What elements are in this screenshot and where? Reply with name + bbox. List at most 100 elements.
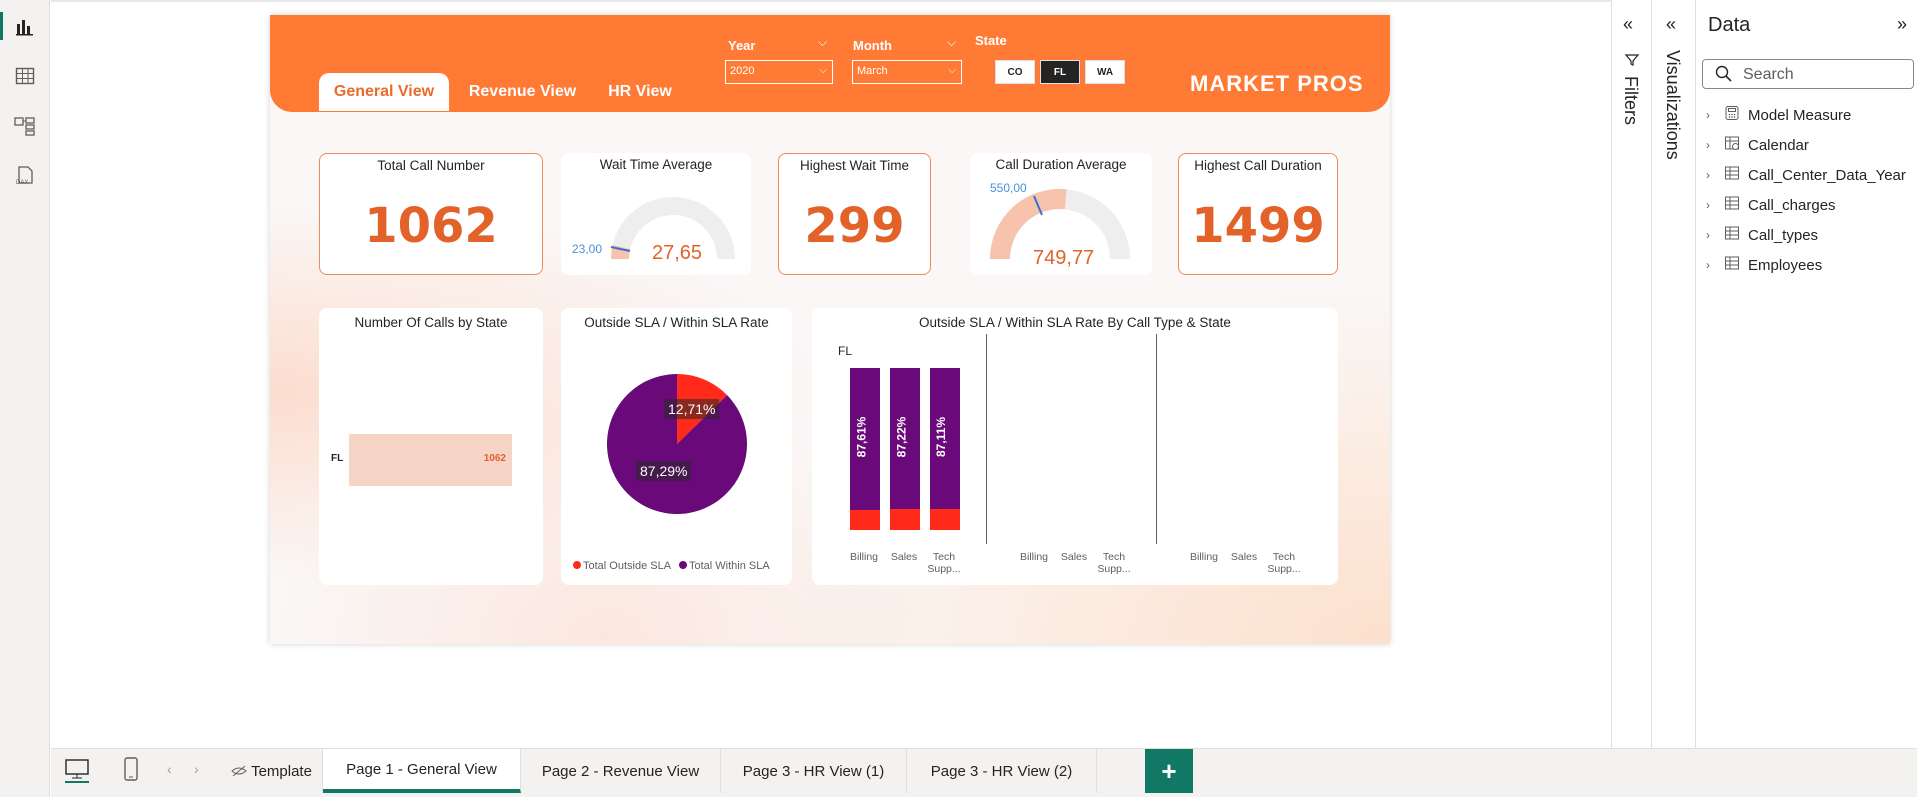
hidden-page-icon: [231, 765, 247, 777]
x-tick-label: Billing: [1019, 551, 1048, 563]
search-placeholder: Search: [1743, 66, 1794, 83]
chart-calls-by-state: Number Of Calls by State FL 1062: [319, 308, 543, 585]
chevron-right-icon: ›: [1706, 108, 1710, 122]
bar-fl[interactable]: 1062: [349, 434, 512, 486]
field-table-call-charges[interactable]: › Call_charges: [1706, 193, 1836, 217]
page-tab-general-view[interactable]: Page 1 - General View: [323, 749, 521, 793]
chevron-down-icon[interactable]: ⌵: [947, 35, 956, 50]
year-dropdown[interactable]: 2020 ⌵: [725, 60, 833, 84]
month-dropdown[interactable]: March ⌵: [852, 60, 962, 84]
field-label: Model Measure: [1748, 106, 1852, 124]
scroll-left-icon[interactable]: ‹: [167, 761, 172, 777]
kpi-title: Total Call Number: [377, 158, 485, 173]
page-tab-hr-view-2[interactable]: Page 3 - HR View (2): [907, 749, 1097, 793]
add-page-button[interactable]: +: [1145, 749, 1193, 793]
kpi-value: 1499: [1191, 198, 1325, 254]
kpi-value: 299: [804, 198, 905, 254]
field-label: Call_Center_Data_Year: [1748, 166, 1906, 184]
state-button-wa[interactable]: WA: [1085, 60, 1125, 84]
chevron-right-icon: ›: [1706, 168, 1710, 182]
brand-logo: MARKET PROS: [1190, 71, 1364, 96]
field-label: Calendar: [1748, 136, 1809, 154]
bar-chart-icon: [16, 20, 33, 36]
chevron-right-icon: ›: [1706, 228, 1710, 242]
data-label: 87,61%: [854, 416, 869, 458]
axis-category-label: FL: [331, 453, 344, 464]
data-pane-title: Data: [1708, 14, 1751, 36]
kpi-card-total-calls: Total Call Number 1062: [319, 153, 543, 275]
filters-pane[interactable]: « Filters: [1611, 0, 1651, 748]
bar-outside-sla[interactable]: [890, 509, 920, 530]
dax-query-view-button[interactable]: DAX: [0, 152, 50, 200]
model-icon: [14, 117, 35, 136]
panel-divider: [1156, 334, 1157, 544]
state-button-fl[interactable]: FL: [1040, 60, 1080, 84]
sla-pie: [607, 374, 747, 514]
table-icon: [1724, 225, 1748, 245]
chevron-down-icon: ⌵: [948, 65, 956, 76]
search-input[interactable]: Search: [1702, 59, 1914, 89]
chevron-down-icon: ⌵: [819, 65, 827, 76]
collapse-data-icon[interactable]: »: [1897, 14, 1907, 35]
state-slicer-title: State: [975, 33, 1007, 48]
chevron-down-icon[interactable]: ⌵: [818, 35, 827, 50]
kpi-value: 1062: [364, 198, 498, 254]
month-slicer-title: Month: [853, 38, 892, 53]
expand-visualizations-icon[interactable]: «: [1666, 14, 1676, 35]
data-label: 87,22%: [894, 416, 909, 458]
legend-label: Total Within SLA: [689, 560, 770, 572]
field-table-calendar[interactable]: › Calendar: [1706, 133, 1809, 157]
panel-label: FL: [838, 344, 853, 358]
field-table-model-measure[interactable]: › Model Measure: [1706, 103, 1851, 127]
year-dropdown-value: 2020: [730, 65, 755, 77]
page-tab-template[interactable]: Template: [221, 749, 323, 793]
tab-general-view[interactable]: General View: [319, 73, 449, 111]
legend-label: Total Outside SLA: [583, 560, 672, 572]
legend-item-outside[interactable]: Total Outside SLA: [573, 560, 671, 572]
field-label: Employees: [1748, 256, 1823, 274]
filters-label[interactable]: Filters: [1620, 76, 1641, 125]
x-tick-label: Sales: [1060, 551, 1088, 563]
field-table-call-types[interactable]: › Call_types: [1706, 223, 1818, 247]
chart-sla-pie: Outside SLA / Within SLA Rate 12,71% 87,…: [561, 308, 792, 585]
field-table-employees[interactable]: › Employees: [1706, 253, 1822, 277]
visualizations-label[interactable]: Visualizations: [1662, 50, 1683, 160]
legend-item-within[interactable]: Total Within SLA: [679, 560, 770, 572]
table-icon: [1724, 165, 1748, 185]
phone-icon: [124, 757, 138, 781]
page-tab-bar: ‹ › Template Page 1 - General View Page …: [51, 748, 1917, 797]
tab-revenue-view[interactable]: Revenue View: [455, 73, 590, 111]
report-canvas: General View Revenue View HR View Year ⌵…: [270, 15, 1390, 644]
legend-dot: [679, 561, 687, 569]
model-view-button[interactable]: [0, 102, 50, 150]
kpi-card-highest-wait: Highest Wait Time 299: [778, 153, 931, 275]
mobile-layout-button[interactable]: [121, 755, 141, 788]
report-view-button[interactable]: [0, 2, 50, 50]
year-slicer-title: Year: [728, 38, 756, 53]
kpi-card-highest-duration: Highest Call Duration 1499: [1178, 153, 1338, 275]
chevron-right-icon: ›: [1706, 258, 1710, 272]
legend-dot: [573, 561, 581, 569]
data-label: 1062: [483, 453, 506, 464]
chart-title: Number Of Calls by State: [354, 315, 508, 330]
pie-label-within: 87,29%: [636, 461, 692, 481]
page-tab-hr-view-1[interactable]: Page 3 - HR View (1): [721, 749, 907, 793]
desktop-layout-button[interactable]: [63, 755, 91, 788]
table-icon: [1724, 255, 1748, 275]
x-tick-label: Billing: [1189, 551, 1218, 563]
tab-hr-view[interactable]: HR View: [595, 73, 685, 111]
scroll-right-icon[interactable]: ›: [194, 761, 199, 777]
field-table-call-center[interactable]: › Call_Center_Data_Year: [1706, 163, 1906, 187]
state-button-co[interactable]: CO: [995, 60, 1035, 84]
page-tab-revenue-view[interactable]: Page 2 - Revenue View: [521, 749, 721, 793]
canvas-top-divider: [51, 0, 1611, 2]
bar-outside-sla[interactable]: [930, 509, 960, 530]
table-view-button[interactable]: [0, 52, 50, 100]
search-icon: [1715, 65, 1732, 82]
gauge-value: 27,65: [652, 242, 703, 264]
bar-outside-sla[interactable]: [850, 509, 880, 530]
field-label: Call_types: [1748, 226, 1819, 244]
filter-icon: [1624, 54, 1640, 66]
expand-filters-icon[interactable]: «: [1623, 14, 1633, 35]
visualizations-pane[interactable]: « Visualizations: [1651, 0, 1695, 748]
